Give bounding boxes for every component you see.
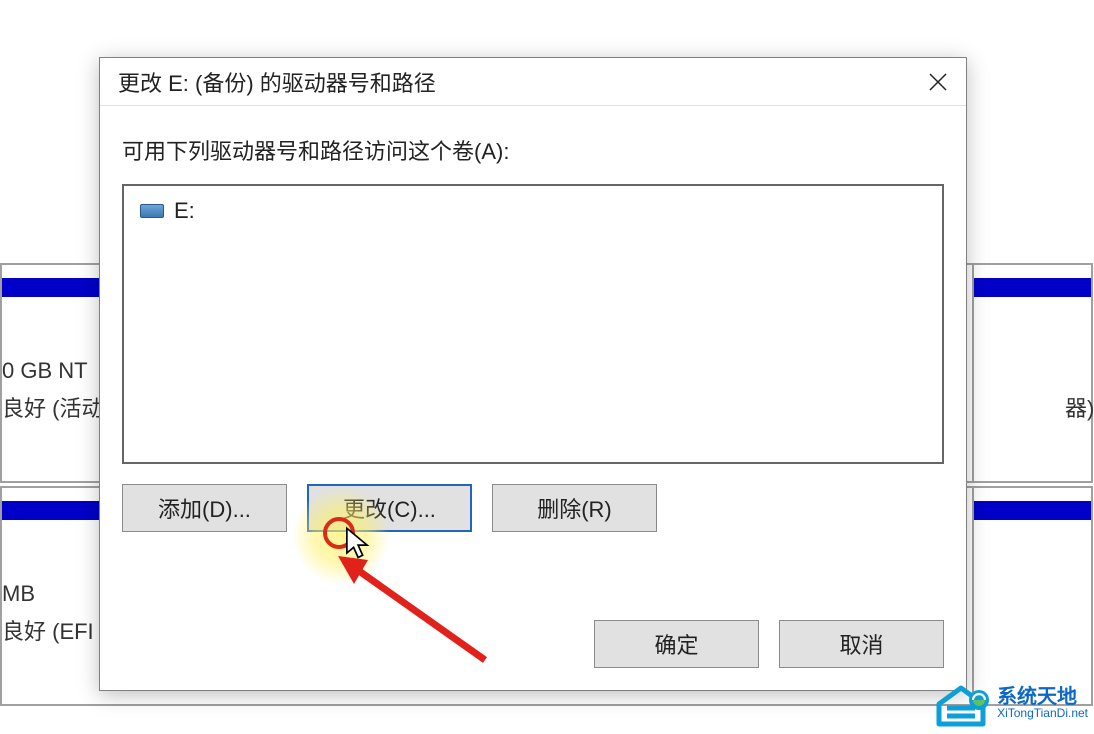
partition-header-bar [2,278,102,297]
close-icon [929,73,947,91]
partition-status-text: 良好 (活动 [2,391,103,423]
partition-header-bar [972,501,1091,520]
partition-divider [972,486,974,706]
drive-letter-label: E: [174,198,195,224]
watermark: 系统天地 XiTongTianDi.net [931,678,1088,728]
partition-header-bar [2,501,102,520]
cancel-button[interactable]: 取消 [779,620,944,668]
watermark-logo-icon [931,678,991,728]
action-button-row: 添加(D)... 更改(C)... 删除(R) [122,484,944,532]
drive-letter-dialog: 更改 E: (备份) 的驱动器号和路径 可用下列驱动器号和路径访问这个卷(A):… [99,57,967,691]
titlebar: 更改 E: (备份) 的驱动器号和路径 [100,58,966,106]
change-button[interactable]: 更改(C)... [307,484,472,532]
watermark-title: 系统天地 [997,687,1077,707]
remove-button[interactable]: 删除(R) [492,484,657,532]
watermark-url: XiTongTianDi.net [997,707,1088,719]
drive-icon [140,204,164,218]
partition-size-text: MB [2,581,35,607]
add-button[interactable]: 添加(D)... [122,484,287,532]
partition-size-text: 0 GB NT [2,358,88,384]
partition-header-bar [972,278,1091,297]
close-button[interactable] [910,58,966,106]
dialog-body: 可用下列驱动器号和路径访问这个卷(A): E: 添加(D)... 更改(C)..… [100,106,966,554]
instruction-text: 可用下列驱动器号和路径访问这个卷(A): [122,134,944,166]
partition-divider [972,263,974,483]
ok-button[interactable]: 确定 [594,620,759,668]
bottom-button-row: 确定 取消 [594,620,944,668]
drive-paths-listbox[interactable]: E: [122,184,944,464]
partition-suffix-text: 器) [1065,391,1094,423]
dialog-title: 更改 E: (备份) 的驱动器号和路径 [118,66,436,98]
list-item[interactable]: E: [140,198,926,224]
